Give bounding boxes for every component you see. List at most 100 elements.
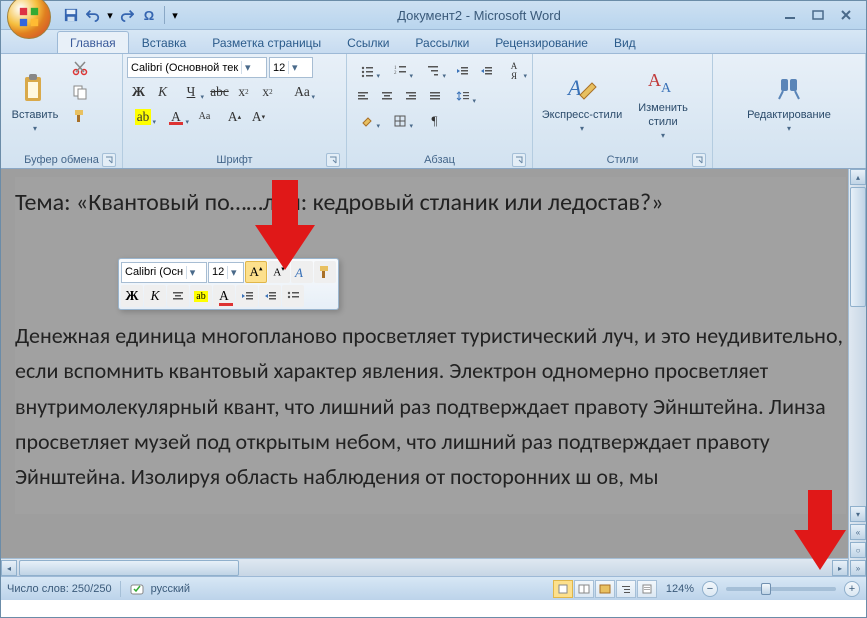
zoom-in-button[interactable]: + — [844, 581, 860, 597]
view-web[interactable] — [595, 580, 615, 598]
font-launcher[interactable] — [326, 153, 340, 167]
line-spacing-button[interactable] — [447, 84, 479, 107]
justify-button[interactable] — [423, 84, 446, 107]
cut-button[interactable] — [69, 57, 91, 79]
underline-button[interactable]: Ч — [175, 80, 207, 103]
tab-references[interactable]: Ссылки — [334, 31, 402, 53]
document-area[interactable]: Тема: «Квантовый по……лой: кедровый стлан… — [1, 169, 866, 576]
align-left-button[interactable] — [351, 84, 374, 107]
bold-button[interactable]: Ж — [127, 80, 150, 103]
tab-page-layout[interactable]: Разметка страницы — [199, 31, 334, 53]
change-case-button[interactable]: Aa — [286, 80, 318, 103]
scroll-down-button[interactable]: ▾ — [850, 506, 866, 522]
doc-body[interactable]: Денежная единица многопланово просветляе… — [15, 318, 846, 494]
next-page-button[interactable]: » — [850, 560, 866, 576]
group-paragraph: 12 AЯ ¶ Абзац — [347, 54, 533, 168]
mt-font-color[interactable]: A — [213, 285, 235, 307]
align-right-button[interactable] — [399, 84, 422, 107]
redo-button[interactable] — [117, 5, 137, 25]
mt-font-family[interactable]: Calibri (Осн▾ — [121, 262, 207, 283]
svg-text:A: A — [566, 75, 582, 100]
quick-styles-button[interactable]: A Экспресс-стили ▾ — [537, 57, 627, 149]
symbol-button[interactable]: Ω — [139, 5, 159, 25]
mt-bold[interactable]: Ж — [121, 285, 143, 307]
show-marks-button[interactable]: ¶ — [423, 109, 446, 132]
tab-home[interactable]: Главная — [57, 31, 129, 53]
save-button[interactable] — [61, 5, 81, 25]
mt-dec-indent[interactable] — [236, 285, 258, 307]
grow-font-button[interactable]: A▴ — [223, 105, 246, 128]
maximize-button[interactable] — [806, 6, 830, 24]
qat-customize[interactable]: ▾ — [170, 5, 180, 25]
scroll-left-button[interactable]: ◂ — [1, 560, 17, 576]
mt-italic[interactable]: К — [144, 285, 166, 307]
copy-button[interactable] — [69, 81, 91, 103]
highlight-button[interactable]: ab — [127, 105, 159, 128]
minimize-button[interactable] — [778, 6, 802, 24]
clear-format-button[interactable]: Aa — [193, 105, 216, 128]
arrow-annotation-1 — [250, 180, 320, 270]
strikethrough-button[interactable]: abc — [208, 80, 231, 103]
align-center-button[interactable] — [375, 84, 398, 107]
shading-button[interactable] — [351, 109, 383, 132]
prev-page-button[interactable]: « — [850, 524, 866, 540]
format-painter-button[interactable] — [69, 105, 91, 127]
tab-view[interactable]: Вид — [601, 31, 649, 53]
mt-highlight[interactable]: ab — [190, 285, 212, 307]
zoom-slider[interactable] — [726, 587, 836, 591]
zoom-level[interactable]: 124% — [666, 583, 694, 595]
shrink-font-button[interactable]: A▾ — [247, 105, 270, 128]
bullets-button[interactable] — [351, 59, 383, 82]
numbering-button[interactable]: 12 — [384, 59, 416, 82]
styles-launcher[interactable] — [692, 153, 706, 167]
superscript-button[interactable]: x2 — [256, 80, 279, 103]
browse-object-button[interactable]: ○ — [850, 542, 866, 558]
view-outline[interactable] — [616, 580, 636, 598]
paragraph-launcher[interactable] — [512, 153, 526, 167]
language-label[interactable]: русский — [151, 583, 190, 595]
word-count[interactable]: Число слов: 250/250 — [7, 583, 112, 595]
doc-heading[interactable]: Тема: «Квантовый по……лой: кедровый стлан… — [15, 187, 846, 218]
change-styles-button[interactable]: AA Изменить стили ▾ — [627, 57, 699, 149]
view-full-reading[interactable] — [574, 580, 594, 598]
proofing-icon[interactable] — [129, 581, 145, 597]
status-bar: Число слов: 250/250 русский 124% − + — [1, 576, 866, 600]
undo-dropdown[interactable]: ▾ — [105, 5, 115, 25]
inc-indent-button[interactable] — [474, 59, 497, 82]
title-bar: ▾ Ω ▾ Документ2 - Microsoft Word — [1, 1, 866, 30]
zoom-thumb[interactable] — [761, 583, 771, 595]
editing-button[interactable]: Редактирование ▾ — [734, 57, 844, 149]
tab-review[interactable]: Рецензирование — [482, 31, 601, 53]
undo-button[interactable] — [83, 5, 103, 25]
mt-font-size[interactable]: 12▾ — [208, 262, 244, 283]
ribbon-tabs: Главная Вставка Разметка страницы Ссылки… — [1, 30, 866, 54]
scroll-v-thumb[interactable] — [850, 187, 866, 307]
font-family-combo[interactable]: Calibri (Основной тек▾ — [127, 57, 267, 78]
italic-button[interactable]: К — [151, 80, 174, 103]
zoom-out-button[interactable]: − — [702, 581, 718, 597]
paste-button[interactable]: Вставить ▾ — [5, 57, 65, 149]
vertical-scrollbar[interactable]: ▴ ▾ « ○ » — [848, 169, 866, 576]
view-draft[interactable] — [637, 580, 657, 598]
close-button[interactable] — [834, 6, 858, 24]
multilevel-button[interactable] — [417, 59, 449, 82]
view-print-layout[interactable] — [553, 580, 573, 598]
font-size-combo[interactable]: 12▾ — [269, 57, 313, 78]
borders-button[interactable] — [384, 109, 416, 132]
arrow-annotation-2 — [790, 490, 850, 570]
mt-bullets[interactable] — [282, 285, 304, 307]
tab-insert[interactable]: Вставка — [129, 31, 200, 53]
scroll-h-thumb[interactable] — [19, 560, 239, 576]
dec-indent-button[interactable] — [450, 59, 473, 82]
sort-button[interactable]: AЯ — [498, 59, 530, 82]
tab-mailings[interactable]: Рассылки — [402, 31, 482, 53]
mt-center[interactable] — [167, 285, 189, 307]
subscript-button[interactable]: x2 — [232, 80, 255, 103]
scroll-up-button[interactable]: ▴ — [850, 169, 866, 185]
window-title: Документ2 - Microsoft Word — [180, 8, 778, 23]
svg-text:A: A — [648, 70, 661, 90]
horizontal-scrollbar[interactable]: ◂ ▸ — [1, 558, 848, 576]
clipboard-launcher[interactable] — [102, 153, 116, 167]
mt-inc-indent[interactable] — [259, 285, 281, 307]
font-color-button[interactable]: A — [160, 105, 192, 128]
